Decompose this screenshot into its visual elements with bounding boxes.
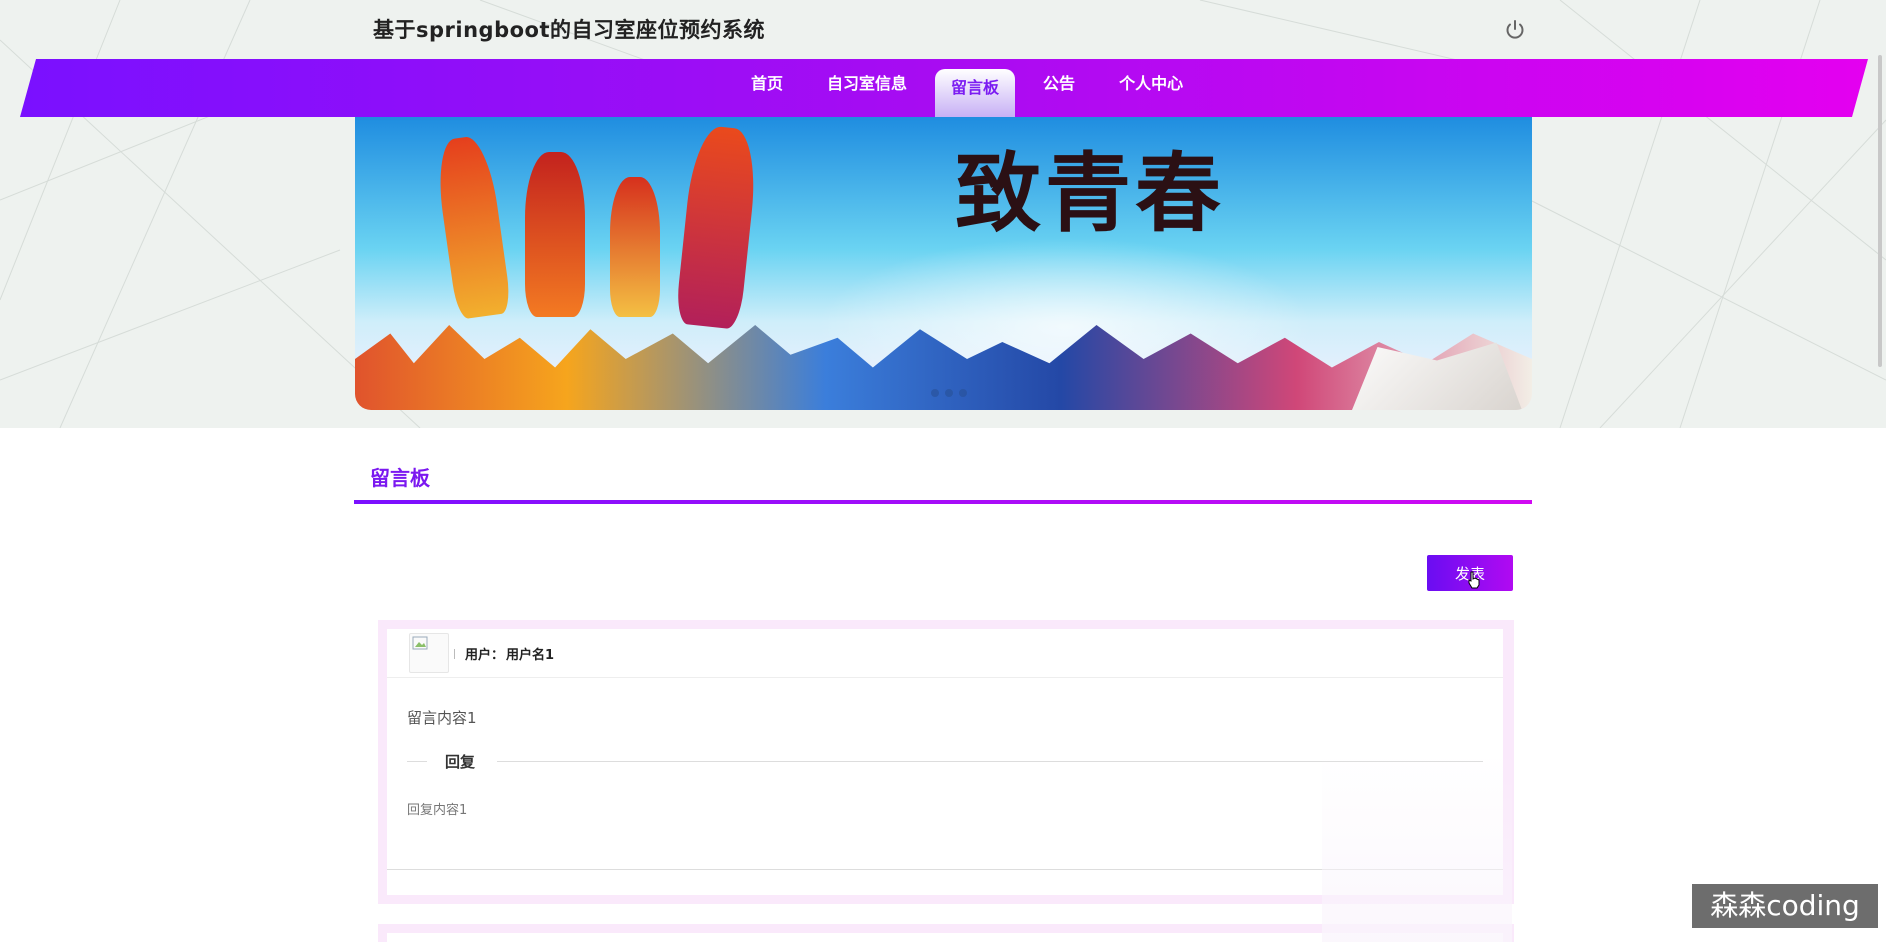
overlay-fade — [1322, 752, 1512, 942]
message-card-header: 用户： 用户名1 — [387, 629, 1503, 678]
top-bar: 基于springboot的自习室座位预约系统 — [0, 0, 1886, 60]
reply-content: 回复内容1 — [407, 803, 468, 818]
carousel-dot[interactable] — [931, 389, 939, 397]
nav-item-study-room-info[interactable]: 自习室信息 — [811, 59, 923, 109]
user-label: 用户： — [465, 648, 505, 663]
nav-item-personal-center[interactable]: 个人中心 — [1103, 59, 1199, 109]
user-name: 用户名1 — [506, 648, 555, 663]
banner-figure — [674, 124, 761, 330]
reply-title: 回复 — [445, 753, 476, 771]
site-title: 基于springboot的自习室座位预约系统 — [373, 18, 765, 42]
avatar-placeholder-icon — [409, 633, 449, 673]
avatar-separator — [454, 649, 455, 659]
power-icon[interactable] — [1503, 18, 1527, 42]
nav-items: 首页 自习室信息 留言板 公告 个人中心 — [735, 59, 1211, 117]
banner-figure — [525, 152, 585, 317]
watermark: 森森coding — [1692, 884, 1878, 928]
mouse-cursor-icon — [1466, 571, 1482, 589]
section-title: 留言板 — [370, 466, 430, 490]
carousel-indicators — [931, 389, 967, 397]
carousel-dot[interactable] — [945, 389, 953, 397]
banner-figure — [432, 134, 513, 320]
hero-banner[interactable]: 致青春 — [355, 117, 1532, 410]
nav-item-announcement[interactable]: 公告 — [1027, 59, 1091, 109]
main-nav: 首页 自习室信息 留言板 公告 个人中心 — [20, 59, 1868, 117]
section-divider — [354, 500, 1532, 504]
banner-book-image — [1352, 342, 1522, 410]
nav-item-message-board[interactable]: 留言板 — [935, 69, 1016, 117]
carousel-dot[interactable] — [959, 389, 967, 397]
nav-item-home[interactable]: 首页 — [735, 59, 799, 109]
banner-slogan: 致青春 — [955, 143, 1225, 244]
message-content: 留言内容1 — [407, 709, 477, 727]
banner-figure — [610, 177, 660, 317]
scrollbar[interactable] — [1878, 55, 1882, 367]
